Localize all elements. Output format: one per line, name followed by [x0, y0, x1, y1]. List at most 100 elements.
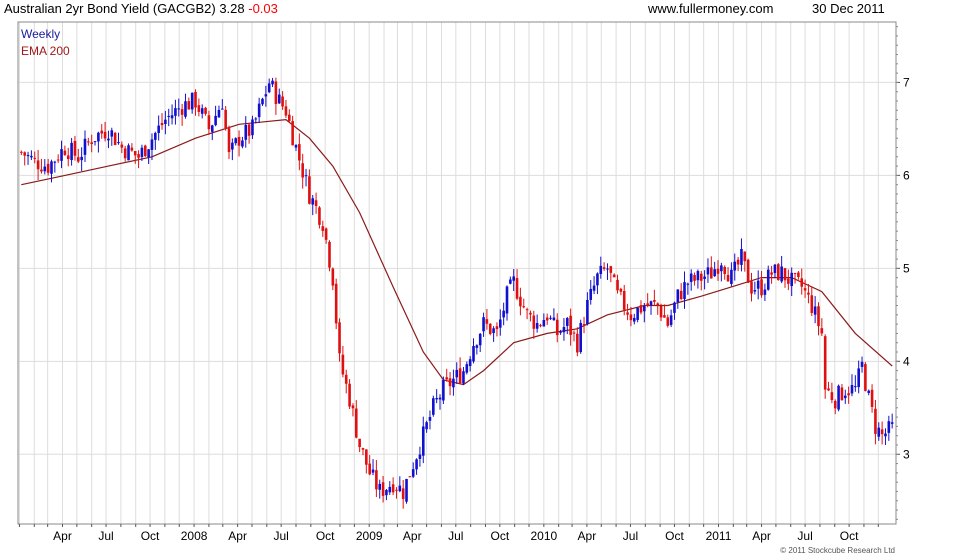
candle-body [746, 259, 750, 283]
candle-body [864, 364, 867, 391]
candle [448, 372, 452, 396]
candle-body [606, 268, 609, 270]
candle-body [880, 429, 884, 435]
candle-body [187, 101, 191, 110]
candle-body [381, 482, 385, 496]
candle [435, 389, 438, 404]
candle [160, 113, 164, 130]
candle-body [40, 169, 43, 172]
candle [354, 400, 358, 439]
candle-body [271, 80, 274, 85]
candle-body [241, 140, 244, 147]
x-tick-label: Jul [273, 529, 288, 543]
candle-body [257, 103, 261, 118]
candle [174, 99, 177, 125]
candle [579, 319, 582, 354]
candle-body [388, 486, 392, 493]
candle [569, 308, 572, 346]
candle [522, 298, 526, 309]
candle-body [425, 422, 428, 430]
candle-body [264, 94, 268, 97]
candle [485, 308, 489, 330]
candle-body [227, 128, 231, 153]
candle [666, 314, 670, 328]
candle-body [602, 267, 606, 269]
candle [763, 283, 767, 301]
candle-body [860, 361, 864, 367]
candle [127, 143, 130, 161]
candle-body [147, 149, 150, 158]
candle-body [475, 345, 479, 348]
candle-body [877, 427, 881, 437]
candle-body [304, 175, 308, 177]
candle [113, 131, 117, 146]
candle-body [184, 101, 187, 117]
candle-body [76, 157, 80, 162]
candle-body [338, 322, 341, 354]
candle [492, 326, 495, 342]
candle [257, 97, 261, 123]
candle [636, 307, 639, 323]
candle-body [723, 266, 727, 275]
candle [204, 106, 207, 116]
candle-body [830, 392, 834, 401]
candle [93, 141, 97, 146]
candle [180, 103, 184, 126]
candle-body [43, 166, 47, 172]
candle [616, 274, 619, 294]
candle [495, 322, 499, 337]
candle [656, 302, 660, 315]
candle-body [261, 98, 264, 105]
candle [365, 449, 368, 474]
legend-ema: EMA 200 [21, 44, 70, 58]
x-tick-label: 2010 [530, 529, 557, 543]
candle-body [452, 378, 455, 388]
candle [515, 269, 519, 301]
candle-body [314, 200, 318, 206]
candle [244, 116, 248, 148]
candle [438, 394, 442, 410]
candle-body [780, 266, 783, 282]
candle [90, 134, 93, 153]
candle-body [324, 228, 328, 240]
candle-body [375, 470, 378, 490]
candle-body [231, 142, 234, 150]
candle-body [197, 105, 201, 112]
candle-body [234, 138, 238, 144]
candle [53, 160, 57, 173]
candle-body [837, 385, 840, 410]
candle [227, 125, 231, 160]
candle-body [582, 324, 586, 326]
x-tick-label: Apr [403, 529, 422, 543]
candle [217, 105, 221, 118]
candle [860, 356, 864, 373]
candle [237, 130, 241, 157]
candle-body [693, 275, 696, 281]
candle [318, 206, 321, 229]
candle [200, 104, 204, 119]
candle-body [274, 81, 278, 105]
candle-body [254, 118, 258, 120]
candle [267, 78, 271, 94]
candle-body [616, 279, 619, 291]
candle-body [60, 149, 63, 161]
candle-body [874, 408, 877, 434]
candle [840, 383, 844, 401]
candle-body [93, 141, 97, 143]
candle-body [753, 290, 757, 292]
candle [371, 459, 375, 476]
candle [425, 420, 428, 433]
candle-body [103, 131, 107, 139]
candle [565, 316, 569, 335]
candle-body [810, 295, 814, 313]
candle-body [428, 416, 432, 421]
candle-body [555, 319, 559, 336]
candle-body [174, 108, 177, 116]
x-tick-label: Apr [578, 529, 597, 543]
candle-body [589, 288, 593, 300]
candle [294, 144, 298, 151]
candle [207, 110, 211, 135]
candle-body [378, 483, 382, 490]
candle [452, 369, 455, 396]
candle-body [545, 317, 549, 321]
